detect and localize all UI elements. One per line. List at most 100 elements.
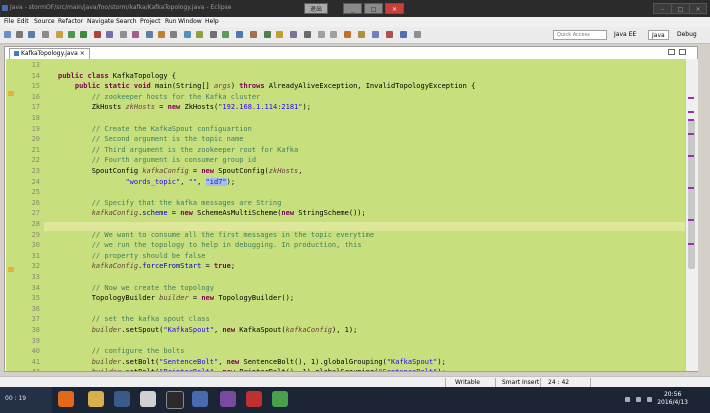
stop-icon[interactable] <box>94 31 101 38</box>
line-number: 33 <box>31 273 40 281</box>
line-number: 21 <box>31 145 40 154</box>
file-explorer-icon[interactable] <box>88 391 104 407</box>
tab-kafkatopology[interactable]: KafkaTopology.java × <box>9 48 90 59</box>
external-tools-icon[interactable] <box>250 31 257 38</box>
menu-help[interactable]: Help <box>205 18 219 25</box>
menu-refactor[interactable]: Refactor <box>58 18 83 25</box>
code-line: // Fourth argument is consumer group id <box>91 156 257 165</box>
line-number: 24 <box>31 177 40 186</box>
volume-icon[interactable] <box>636 397 641 402</box>
menu-navigate[interactable]: Navigate <box>87 18 114 25</box>
tasks-icon[interactable] <box>132 31 139 38</box>
minimize-window-button[interactable]: – <box>653 3 672 14</box>
menu-window[interactable]: Window <box>178 18 202 25</box>
perspective-debug[interactable]: Debug <box>677 30 697 40</box>
menu-search[interactable]: Search <box>116 18 137 25</box>
menu-run[interactable]: Run <box>165 18 177 25</box>
package-icon[interactable] <box>146 31 153 38</box>
refresh-icon[interactable] <box>170 31 177 38</box>
code-editor: KafkaTopology.java × 13 14 public class Ka… <box>4 46 698 372</box>
line-number: 17 <box>31 103 40 112</box>
navigate-forward-icon[interactable] <box>330 31 337 38</box>
quick-access-input[interactable]: Quick Access <box>553 30 607 40</box>
server-icon[interactable] <box>158 31 165 38</box>
vertical-scrollbar[interactable] <box>685 59 698 371</box>
run-icon[interactable] <box>80 31 87 38</box>
menu-project[interactable]: Project <box>140 18 161 25</box>
code-line: kafkaConfig.scheme = new SchemeAsMultiSc… <box>91 209 366 218</box>
print-icon[interactable] <box>42 31 49 38</box>
line-number: 22 <box>31 156 40 165</box>
menu-file[interactable]: File <box>4 18 14 25</box>
media-player-icon[interactable] <box>114 391 130 407</box>
close-button[interactable]: × <box>385 3 404 14</box>
recorder-icon[interactable] <box>246 391 262 407</box>
open-perspective-icon[interactable] <box>184 31 191 38</box>
maximize-button[interactable]: □ <box>364 3 383 14</box>
code-line: builder.setBolt("SentenceBolt", new Sent… <box>91 357 446 366</box>
build-icon[interactable] <box>106 31 113 38</box>
overview-mark <box>688 219 694 221</box>
overview-mark <box>688 97 694 99</box>
next-annotation-icon[interactable] <box>344 31 351 38</box>
scrollbar-thumb[interactable] <box>688 119 695 269</box>
overview-mark <box>688 111 694 113</box>
clock-time: 20:56 <box>663 391 682 398</box>
prev-annotation-icon[interactable] <box>358 31 365 38</box>
line-number: 41 <box>31 357 40 366</box>
navigate-back-icon[interactable] <box>318 31 325 38</box>
maximize-editor-icon[interactable] <box>679 49 686 55</box>
start-button[interactable]: 00 : 19 <box>0 387 52 413</box>
new-java-icon[interactable] <box>264 31 271 38</box>
line-number: 38 <box>31 326 40 334</box>
code-area[interactable]: 13 14 public class KafkaTopology {15 publi… <box>6 59 685 371</box>
restore-window-button[interactable]: □ <box>671 3 690 14</box>
taskbar-clock[interactable]: 20:56 2016/4/13 <box>657 391 688 407</box>
pin-icon[interactable] <box>304 31 311 38</box>
minimize-editor-icon[interactable] <box>668 49 675 55</box>
coverage-icon[interactable] <box>236 31 243 38</box>
new-class-icon[interactable] <box>276 31 283 38</box>
history-icon[interactable] <box>414 31 421 38</box>
chat-icon[interactable] <box>272 391 288 407</box>
toggle-icon[interactable] <box>196 31 203 38</box>
minimize-button[interactable]: _ <box>343 3 362 14</box>
warning-marker-icon <box>8 91 14 96</box>
save-all-icon[interactable] <box>28 31 35 38</box>
terminal-icon[interactable] <box>166 391 184 409</box>
perspective-java[interactable]: Java <box>648 30 669 40</box>
code-line: public static void main(String[] args) t… <box>74 82 476 91</box>
back-icon[interactable] <box>386 31 393 38</box>
last-edit-icon[interactable] <box>372 31 379 38</box>
eclipse-taskbar-icon[interactable] <box>192 391 208 407</box>
new-icon[interactable] <box>4 31 11 38</box>
status-separator <box>495 378 496 387</box>
exit-button[interactable]: 退出 <box>304 3 328 14</box>
close-window-button[interactable]: × <box>689 3 707 14</box>
notepad-icon[interactable] <box>140 391 156 407</box>
debug-icon[interactable] <box>68 31 75 38</box>
play-icon[interactable] <box>222 31 229 38</box>
code-line: "words_topic", "", "id7"); <box>125 177 236 186</box>
line-number: 20 <box>31 135 40 144</box>
annotation-icon[interactable] <box>290 31 297 38</box>
menu-edit[interactable]: Edit <box>17 18 29 25</box>
mark-icon[interactable] <box>210 31 217 38</box>
taskbar: 00 : 19 20:56 2016/4/13 <box>0 387 710 413</box>
line-number: 34 <box>31 283 40 292</box>
save-icon[interactable] <box>16 31 23 38</box>
overview-mark <box>688 155 694 157</box>
menu-source[interactable]: Source <box>34 18 55 25</box>
app-icon[interactable] <box>220 391 236 407</box>
tab-title: KafkaTopology.java <box>21 50 78 57</box>
search-icon[interactable] <box>120 31 127 38</box>
ime-icon[interactable] <box>647 397 652 402</box>
forward-icon[interactable] <box>400 31 407 38</box>
perspective-java-ee[interactable]: Java EE <box>614 30 636 40</box>
line-number: 26 <box>31 198 40 207</box>
open-type-icon[interactable] <box>56 31 63 38</box>
firefox-icon[interactable] <box>58 391 74 407</box>
code-line: SpoutConfig kafkaConfig = new SpoutConfi… <box>58 167 303 175</box>
network-icon[interactable] <box>625 397 630 402</box>
overview-mark <box>688 133 694 135</box>
